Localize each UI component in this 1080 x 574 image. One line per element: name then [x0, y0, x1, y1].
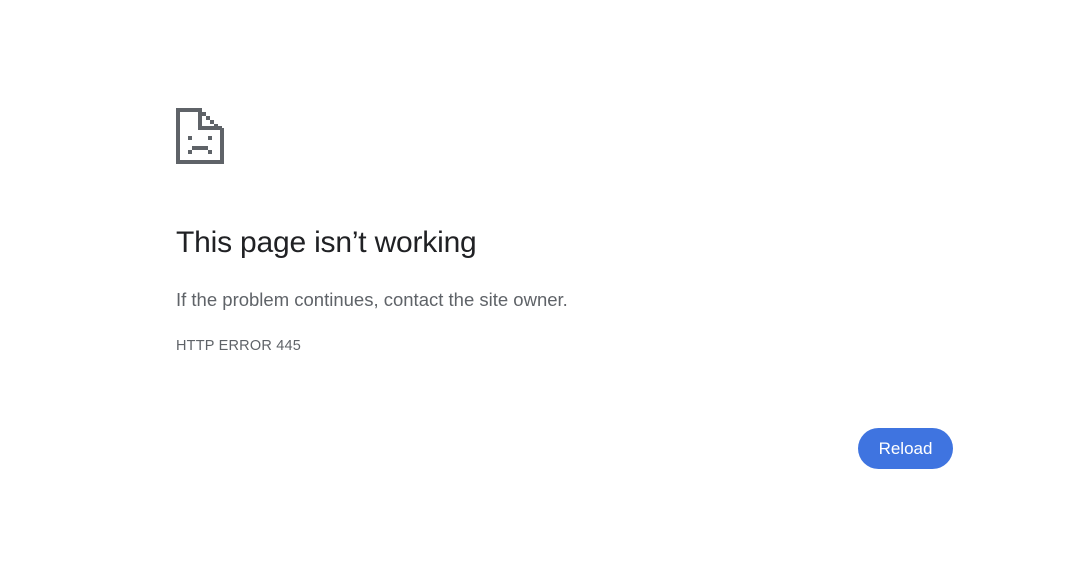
error-message: If the problem continues, contact the si… — [176, 289, 568, 310]
error-page: This page isn’t working If the problem c… — [0, 0, 1080, 574]
error-code: HTTP ERROR 445 — [176, 338, 302, 354]
reload-button[interactable]: Reload — [858, 428, 953, 469]
sad-document-icon — [176, 108, 224, 164]
page-title: This page isn’t working — [176, 226, 477, 259]
